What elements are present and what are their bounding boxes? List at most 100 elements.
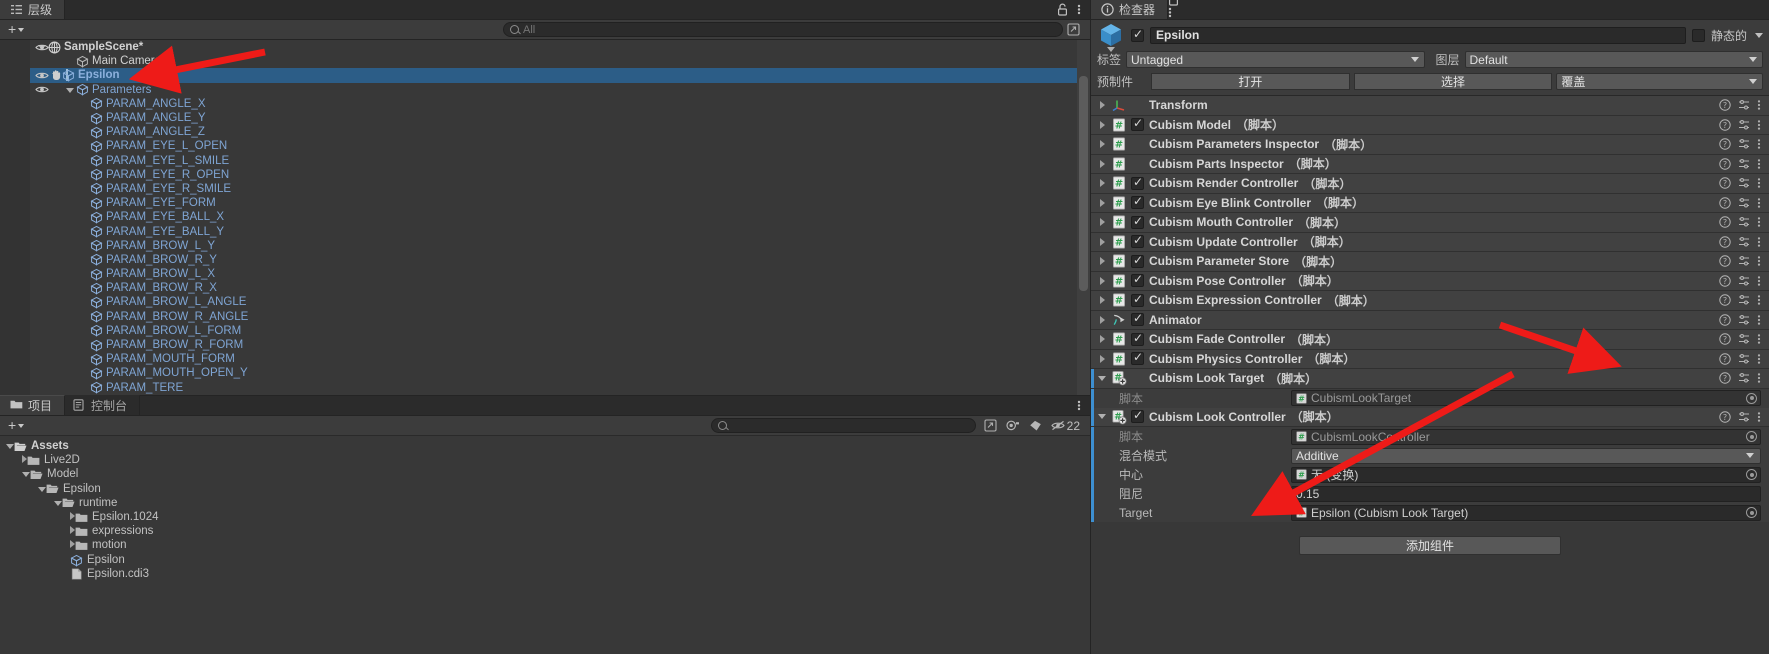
component-header[interactable]: Transform ? [1091, 96, 1769, 116]
visibility-toggle-icon[interactable] [35, 70, 49, 81]
preset-icon[interactable] [1738, 333, 1750, 345]
hierarchy-row[interactable]: PARAM_EYE_BALL_X [30, 210, 1090, 224]
hierarchy-row[interactable]: PARAM_EYE_L_SMILE [30, 154, 1090, 168]
hierarchy-scrollbar[interactable] [1077, 40, 1090, 395]
project-row[interactable]: Model [0, 467, 1090, 481]
component-fold-toggle[interactable] [1097, 101, 1107, 110]
fold-toggle[interactable] [22, 468, 30, 480]
project-search-field[interactable] [710, 418, 976, 433]
component-fold-toggle[interactable] [1097, 237, 1107, 246]
hierarchy-row[interactable]: PARAM_EYE_R_SMILE [30, 182, 1090, 196]
project-row[interactable]: Epsilon.1024 [0, 510, 1090, 524]
component-kebab-menu-icon[interactable] [1757, 99, 1761, 111]
hierarchy-row[interactable]: PARAM_EYE_L_OPEN [30, 139, 1090, 153]
prefab-open-button[interactable]: 打开 [1151, 73, 1350, 90]
project-filter-label-icon[interactable] [1029, 420, 1042, 432]
hierarchy-tree[interactable]: SampleScene* Main Camera Epsilon› Parame… [30, 40, 1090, 395]
component-fold-toggle[interactable] [1097, 315, 1107, 324]
component-fold-toggle[interactable] [1097, 179, 1107, 188]
lock-icon[interactable] [1057, 3, 1068, 16]
component-header[interactable]: # Cubism Look Controller （脚本） ? [1091, 407, 1769, 427]
component-header[interactable]: # Cubism Look Target （脚本） ? [1091, 369, 1769, 389]
help-icon[interactable]: ? [1719, 294, 1731, 306]
preset-icon[interactable] [1738, 275, 1750, 287]
project-row[interactable]: Live2D [0, 453, 1090, 467]
preset-icon[interactable] [1738, 138, 1750, 150]
hierarchy-search-field[interactable] [503, 22, 1063, 37]
gameobject-enabled-checkbox[interactable] [1131, 27, 1144, 42]
fold-toggle[interactable] [64, 84, 76, 96]
project-row[interactable]: runtime [0, 496, 1090, 510]
help-icon[interactable]: ? [1719, 216, 1731, 228]
hidden-assets-indicator[interactable]: 22 [1050, 419, 1080, 433]
component-enabled-checkbox[interactable] [1131, 214, 1144, 229]
prefab-select-button[interactable]: 选择 [1353, 73, 1553, 90]
hierarchy-add-button[interactable]: + [4, 22, 28, 37]
help-icon[interactable]: ? [1719, 177, 1731, 189]
help-icon[interactable]: ? [1719, 99, 1731, 111]
pickability-toggle-icon[interactable] [51, 69, 62, 81]
project-row[interactable]: expressions [0, 524, 1090, 538]
help-icon[interactable]: ? [1719, 197, 1731, 209]
component-header[interactable]: # Cubism Parameters Inspector （脚本） ? [1091, 135, 1769, 155]
chevron-down-icon[interactable] [1107, 47, 1115, 52]
component-kebab-menu-icon[interactable] [1757, 138, 1761, 150]
component-kebab-menu-icon[interactable] [1757, 333, 1761, 345]
hierarchy-scrollbar-thumb[interactable] [1079, 76, 1088, 291]
component-fold-toggle[interactable] [1097, 414, 1107, 420]
component-enabled-checkbox[interactable] [1131, 175, 1144, 190]
component-enabled-checkbox[interactable] [1131, 292, 1144, 307]
help-icon[interactable]: ? [1719, 353, 1731, 365]
object-field[interactable]: # CubismLookTarget [1291, 390, 1761, 406]
component-kebab-menu-icon[interactable] [1757, 216, 1761, 228]
component-fold-toggle[interactable] [1097, 198, 1107, 207]
hierarchy-row[interactable]: PARAM_ANGLE_Z [30, 125, 1090, 139]
property-row[interactable]: 脚本 # CubismLookController [1091, 427, 1769, 446]
hierarchy-search-input[interactable] [523, 23, 1056, 36]
prefab-override-dropdown[interactable]: 覆盖 [1556, 73, 1764, 90]
hierarchy-row[interactable]: PARAM_BROW_L_Y [30, 239, 1090, 253]
project-kebab-menu-icon[interactable] [1077, 399, 1081, 412]
component-enabled-checkbox[interactable] [1131, 408, 1144, 424]
help-icon[interactable]: ? [1719, 138, 1731, 150]
component-kebab-menu-icon[interactable] [1757, 197, 1761, 209]
project-row[interactable]: Assets [0, 439, 1090, 453]
hierarchy-row[interactable]: PARAM_BROW_L_FORM [30, 324, 1090, 338]
property-row[interactable]: 中心 # 无 (变换) [1091, 465, 1769, 484]
help-icon[interactable]: ? [1719, 255, 1731, 267]
object-picker-icon[interactable] [1746, 507, 1757, 518]
component-kebab-menu-icon[interactable] [1757, 275, 1761, 287]
preset-icon[interactable] [1738, 411, 1750, 423]
project-row[interactable]: motion [0, 538, 1090, 552]
object-picker-icon[interactable] [1746, 469, 1757, 480]
component-header[interactable]: # Cubism Model （脚本） ? [1091, 115, 1769, 135]
hierarchy-row[interactable]: PARAM_BROW_R_X [30, 281, 1090, 295]
help-icon[interactable]: ? [1719, 411, 1731, 423]
preset-icon[interactable] [1738, 353, 1750, 365]
project-search-input[interactable] [730, 419, 969, 432]
help-icon[interactable]: ? [1719, 158, 1731, 170]
help-icon[interactable]: ? [1719, 275, 1731, 287]
component-enabled-checkbox[interactable] [1131, 253, 1144, 268]
project-popout-icon[interactable] [984, 419, 997, 432]
preset-icon[interactable] [1738, 372, 1750, 384]
project-filter-type-icon[interactable] [1006, 419, 1020, 432]
property-row[interactable]: 混合模式 Additive [1091, 446, 1769, 465]
enum-dropdown[interactable]: Additive [1291, 447, 1761, 464]
preset-icon[interactable] [1738, 216, 1750, 228]
property-row[interactable]: 脚本 # CubismLookTarget [1091, 388, 1769, 408]
object-picker-icon[interactable] [1746, 431, 1757, 442]
hierarchy-row[interactable]: Parameters [30, 83, 1090, 97]
tag-dropdown[interactable]: Untagged [1126, 51, 1425, 68]
component-fold-toggle[interactable] [1097, 276, 1107, 285]
component-enabled-checkbox[interactable] [1131, 311, 1144, 327]
component-kebab-menu-icon[interactable] [1757, 158, 1761, 170]
project-row[interactable]: Epsilon.cdi3 [0, 567, 1090, 581]
visibility-toggle-icon[interactable] [35, 84, 49, 95]
preset-icon[interactable] [1738, 314, 1750, 326]
layer-dropdown[interactable]: Default [1464, 51, 1763, 68]
gameobject-name-field[interactable]: Epsilon [1150, 26, 1686, 44]
fold-toggle[interactable] [54, 497, 62, 509]
hierarchy-row[interactable]: Main Camera [30, 54, 1090, 68]
component-fold-toggle[interactable] [1097, 375, 1107, 381]
